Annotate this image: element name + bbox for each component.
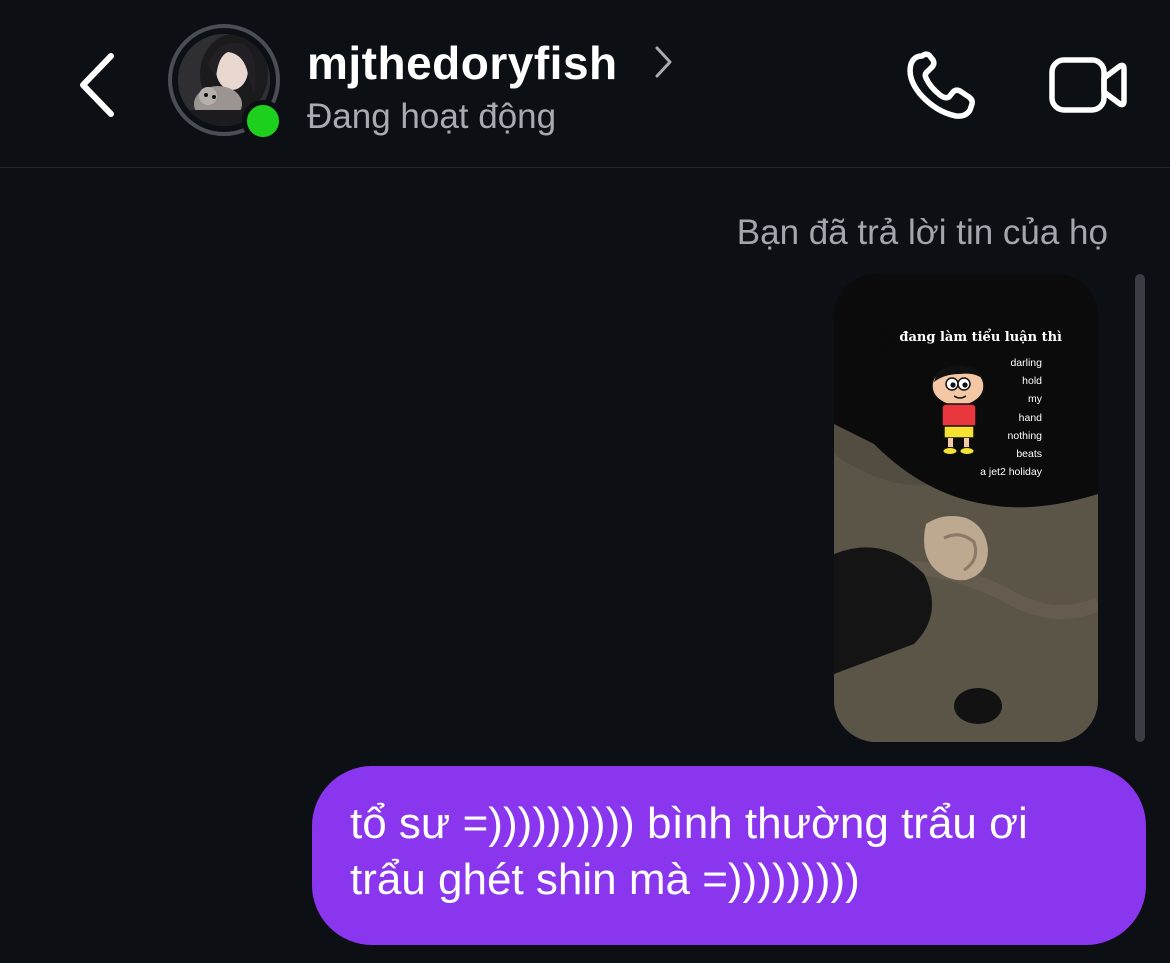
story-text-lines: darling hold my hand nothing beats a jet… <box>980 354 1042 481</box>
activity-status: Đang hoạt động <box>307 97 557 136</box>
online-status-dot <box>242 100 284 142</box>
story-line: hand <box>1018 411 1042 424</box>
chevron-right-icon[interactable] <box>650 42 676 82</box>
story-line: nothing <box>1007 429 1042 442</box>
outgoing-message-bubble[interactable]: tổ sư =)))))))))) bình thường trẩu ơi tr… <box>312 766 1146 945</box>
story-line: darling <box>1010 357 1042 369</box>
story-line: hold <box>1022 375 1042 388</box>
story-reply-caption: Bạn đã trả lời tin của họ <box>736 213 1108 252</box>
chat-screen: mjthedoryfish Đang hoạt động Bạn đã trả … <box>0 0 1170 963</box>
contact-username[interactable]: mjthedoryfish <box>307 36 618 90</box>
story-line: my <box>1028 393 1042 406</box>
chat-header: mjthedoryfish Đang hoạt động <box>0 0 1170 168</box>
story-thumbnail[interactable]: đang làm tiểu luận thì darling hold my h… <box>834 274 1098 742</box>
story-line: a jet2 holiday <box>980 466 1042 479</box>
message-line: trẩu ghét shin mà =))))))))) <box>350 855 860 904</box>
message-line: tổ sư =)))))))))) bình thường trẩu ơi <box>350 799 1028 848</box>
story-title: đang làm tiểu luận thì <box>899 330 1062 345</box>
chevron-left-icon <box>80 53 114 117</box>
story-line: beats <box>1016 448 1042 461</box>
audio-call-button[interactable] <box>900 48 982 122</box>
scrollbar[interactable] <box>1135 274 1145 742</box>
video-call-button[interactable] <box>1046 50 1128 118</box>
video-camera-icon <box>1049 57 1127 113</box>
back-button[interactable] <box>62 40 132 130</box>
phone-icon <box>907 51 975 119</box>
